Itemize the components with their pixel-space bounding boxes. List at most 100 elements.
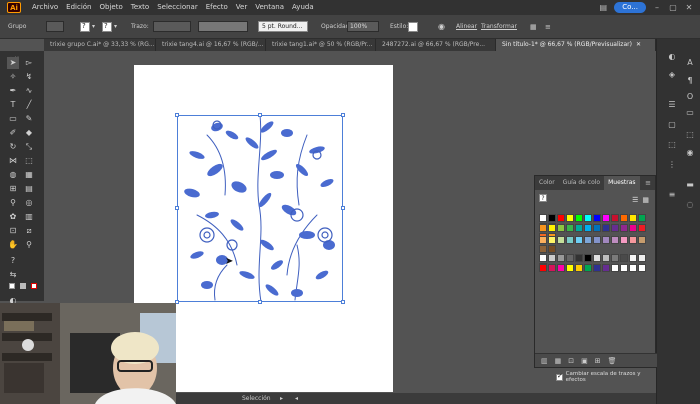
color-swatch[interactable]	[548, 245, 556, 253]
color-swatch[interactable]	[611, 236, 619, 244]
color-swatch[interactable]	[638, 236, 646, 244]
tab-2487272[interactable]: 2487272.ai @ 66,67 % (RGB/Pre...	[376, 39, 496, 51]
fill-control[interactable]: ? ▾	[80, 20, 95, 33]
paintbrush-tool-icon[interactable]: ✎	[23, 113, 35, 125]
scale-tool-icon[interactable]: ⤡	[23, 141, 35, 153]
color-swatch[interactable]	[566, 254, 574, 262]
scale-strokes-checkbox[interactable]	[556, 372, 563, 381]
selection-handle-bc[interactable]	[258, 300, 262, 304]
color-swatch[interactable]	[620, 224, 628, 232]
scale-strokes-option[interactable]: Cambiar escala de trazos y efectos	[556, 371, 656, 383]
color-swatch[interactable]	[629, 254, 637, 262]
color-swatch[interactable]	[584, 236, 592, 244]
gradient-panel-icon[interactable]: ▬	[683, 179, 697, 191]
color-swatch[interactable]	[584, 224, 592, 232]
swatch-options-icon[interactable]: ⊡	[568, 357, 574, 365]
color-swatch[interactable]	[539, 236, 547, 244]
color-swatch[interactable]	[575, 264, 583, 272]
stroke-weight-dropdown[interactable]	[153, 20, 191, 33]
isolate-icon[interactable]: ▦	[530, 20, 537, 33]
menu-ventana[interactable]: Ventana	[251, 0, 288, 15]
selection-handle-mr[interactable]	[341, 206, 345, 210]
eyedropper-tool-icon[interactable]: ⚲	[7, 197, 19, 209]
color-swatch[interactable]	[548, 264, 556, 272]
fill-stroke-unknown-icon[interactable]: ?	[7, 255, 19, 267]
color-swatch[interactable]	[575, 214, 583, 222]
stroke-control[interactable]: ? ▾	[102, 20, 117, 33]
menu-objeto[interactable]: Objeto	[96, 0, 127, 15]
color-swatch[interactable]	[629, 264, 637, 272]
tab-color[interactable]: Color	[535, 176, 559, 190]
selection-tool-icon[interactable]: ➤	[7, 57, 19, 69]
selection-handle-tr[interactable]	[341, 113, 345, 117]
fill-dropdown-icon[interactable]: ▾	[92, 23, 95, 30]
stroke-color-box[interactable]: ?	[102, 21, 112, 32]
color-swatch[interactable]	[557, 224, 565, 232]
arrange-icon[interactable]: ▤	[598, 3, 608, 12]
color-swatch[interactable]	[548, 214, 556, 222]
swap-fill-stroke-icon[interactable]: ⇆	[7, 269, 19, 281]
none-mode-icon[interactable]	[28, 281, 40, 293]
color-swatch[interactable]	[566, 236, 574, 244]
menu-texto[interactable]: Texto	[127, 0, 153, 15]
color-swatch[interactable]	[620, 264, 628, 272]
user-account-button[interactable]: Co...	[614, 2, 646, 13]
tab-trixie-tang4[interactable]: trixie tang4.ai @ 16,67 % (RGB/...	[156, 39, 266, 51]
rotate-tool-icon[interactable]: ↻	[7, 141, 19, 153]
transform-link[interactable]: Transformar	[481, 20, 517, 33]
color-swatch[interactable]	[566, 224, 574, 232]
panel-menu-icon[interactable]: ≡	[645, 179, 655, 187]
transform-panel-icon[interactable]: ⬚	[683, 129, 697, 141]
tab-swatches[interactable]: Muestras	[604, 176, 640, 190]
hand-tool-icon[interactable]: ✋	[7, 239, 19, 251]
color-swatch[interactable]	[539, 264, 547, 272]
color-swatch[interactable]	[629, 214, 637, 222]
style-swatch[interactable]	[408, 20, 418, 33]
perspective-grid-icon[interactable]: ▦	[23, 169, 35, 181]
tab-trixie-tang1[interactable]: trixie tang1.ai* @ 50 % (RGB/Pr...	[266, 39, 376, 51]
recolor-icon[interactable]: ◉	[438, 20, 445, 33]
tab-color-guide[interactable]: Guía de colo	[559, 176, 604, 190]
color-swatch[interactable]	[575, 236, 583, 244]
direct-selection-tool-icon[interactable]: ▻	[23, 57, 35, 69]
width-tool-icon[interactable]: ⋈	[7, 155, 19, 167]
color-swatch[interactable]	[620, 236, 628, 244]
properties-panel-icon[interactable]: ◐	[665, 51, 679, 63]
more-options-icon[interactable]: ≡	[545, 20, 551, 33]
color-swatch[interactable]	[584, 264, 592, 272]
line-tool-icon[interactable]: ╱	[23, 99, 35, 111]
color-swatch[interactable]	[593, 236, 601, 244]
mesh-tool-icon[interactable]: ⊞	[7, 183, 19, 195]
tab-close-icon[interactable]: ✕	[636, 39, 641, 51]
magic-wand-icon[interactable]: ✧	[7, 71, 19, 83]
color-swatch[interactable]	[620, 254, 628, 262]
color-swatch[interactable]	[611, 264, 619, 272]
color-swatch[interactable]	[611, 224, 619, 232]
new-swatch-icon[interactable]: ⊞	[595, 357, 601, 365]
color-swatch[interactable]	[575, 254, 583, 262]
color-swatch[interactable]	[539, 224, 547, 232]
swatch-libraries-icon[interactable]: ▥	[541, 357, 548, 365]
status-arrow-icon[interactable]: ▸	[280, 393, 283, 404]
color-swatch[interactable]	[584, 214, 592, 222]
align-panel-icon[interactable]: ⋮	[665, 159, 679, 171]
color-swatch[interactable]	[611, 214, 619, 222]
menu-seleccionar[interactable]: Seleccionar	[153, 0, 202, 15]
color-swatch[interactable]	[593, 214, 601, 222]
menu-ayuda[interactable]: Ayuda	[288, 0, 318, 15]
menu-efecto[interactable]: Efecto	[202, 0, 232, 15]
libraries-panel-icon[interactable]: ☰	[665, 99, 679, 111]
color-swatch[interactable]	[593, 224, 601, 232]
artboards-panel-icon[interactable]: ▢	[665, 119, 679, 131]
gradient-tool-icon[interactable]: ▤	[23, 183, 35, 195]
color-swatch[interactable]	[539, 254, 547, 262]
align-link[interactable]: Alinear	[456, 20, 477, 33]
brush-value[interactable]: 5 pt. Round...	[258, 21, 308, 32]
layers-panel-icon[interactable]: ◈	[665, 69, 679, 81]
color-swatch[interactable]	[539, 245, 547, 253]
lasso-tool-icon[interactable]: ↯	[23, 71, 35, 83]
variable-width-dropdown[interactable]	[198, 20, 248, 33]
close-icon[interactable]: ✕	[684, 3, 694, 12]
color-swatch[interactable]	[602, 236, 610, 244]
shaper-tool-icon[interactable]: ✐	[7, 127, 19, 139]
